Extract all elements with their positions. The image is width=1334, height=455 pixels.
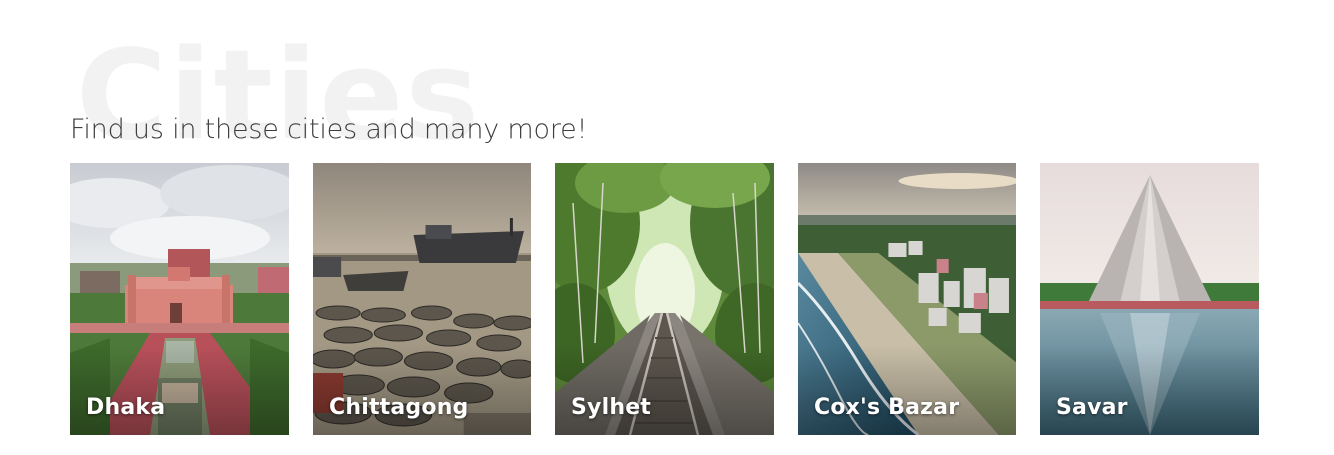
city-card-chittagong[interactable]: Chittagong [313, 163, 531, 435]
city-name: Savar [1056, 395, 1128, 420]
city-name: Sylhet [571, 395, 652, 420]
city-card-sylhet[interactable]: Sylhet [555, 163, 774, 435]
city-card-savar[interactable]: Savar [1040, 163, 1259, 435]
city-name: Cox's Bazar [814, 395, 960, 420]
city-card-dhaka[interactable]: Dhaka [70, 163, 289, 435]
city-name: Chittagong [329, 395, 469, 420]
cities-section: Cities Find us in these cities and many … [0, 0, 1334, 455]
section-subtitle: Find us in these cities and many more! [70, 114, 588, 145]
city-name: Dhaka [86, 395, 166, 420]
city-card-coxs-bazar[interactable]: Cox's Bazar [798, 163, 1016, 435]
